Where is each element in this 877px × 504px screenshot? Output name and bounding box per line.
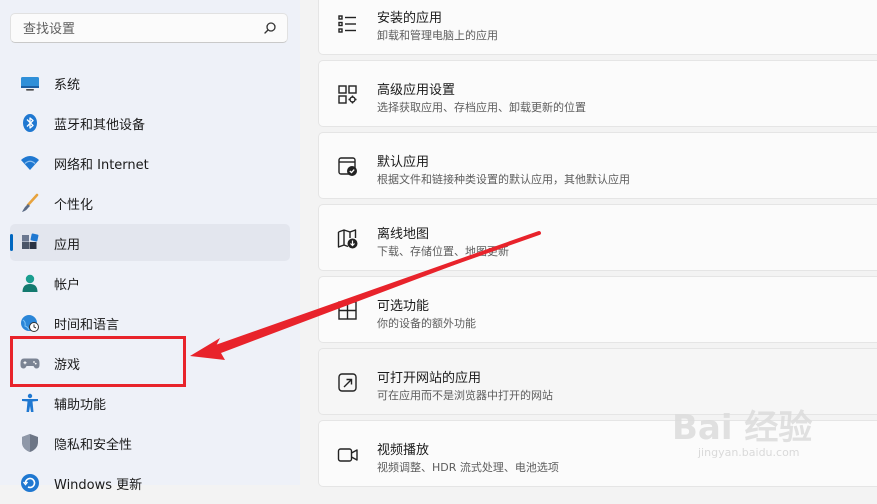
installed-apps-icon: [338, 15, 356, 33]
shield-icon: [22, 434, 38, 452]
sidebar: 系统 蓝牙和其他设备 网络和 Internet 个性化: [0, 0, 300, 493]
card-subtitle: 根据文件和链接种类设置的默认应用，其他默认应用: [377, 173, 630, 186]
card-subtitle: 你的设备的额外功能: [377, 317, 476, 330]
search-icon[interactable]: [263, 21, 277, 35]
card-title: 离线地图: [377, 227, 430, 242]
search-box[interactable]: [10, 13, 288, 43]
sidebar-item-label: Windows 更新: [54, 478, 143, 493]
baidu-watermark: Bai 经验 jingyan.baidu.com: [672, 400, 832, 470]
card-title: 安装的应用: [377, 11, 443, 26]
sidebar-nav: 系统 蓝牙和其他设备 网络和 Internet 个性化 应用 帐户 时间和语言 …: [10, 64, 290, 504]
account-icon: [22, 274, 38, 292]
sidebar-item-label: 网络和 Internet: [54, 158, 149, 173]
sidebar-item-label: 系统: [54, 78, 81, 93]
advanced-apps-icon: [338, 85, 357, 104]
card-title: 可选功能: [377, 299, 430, 314]
card-subtitle: 选择获取应用、存档应用、卸载更新的位置: [377, 101, 586, 114]
sidebar-item-label: 隐私和安全性: [54, 438, 133, 453]
watermark-brand: Bai 经验: [672, 408, 813, 448]
card-default-apps[interactable]: 默认应用 根据文件和链接种类设置的默认应用，其他默认应用: [318, 132, 877, 199]
watermark-url: jingyan.baidu.com: [698, 446, 800, 459]
card-title: 视频播放: [377, 443, 430, 458]
card-subtitle: 卸载和管理电脑上的应用: [377, 29, 498, 42]
offline-maps-icon: [337, 229, 358, 249]
card-title: 可打开网站的应用: [377, 371, 482, 386]
sidebar-item-label: 个性化: [54, 198, 94, 213]
sidebar-item-label: 辅助功能: [54, 398, 107, 413]
wifi-icon: [21, 156, 39, 170]
card-subtitle: 视频调整、HDR 流式处理、电池选项: [377, 461, 559, 474]
bluetooth-icon: [23, 114, 37, 132]
sidebar-item-accessibility[interactable]: 辅助功能: [10, 384, 290, 421]
default-apps-icon: [338, 157, 357, 176]
update-icon: [21, 474, 39, 492]
optional-features-icon: [338, 301, 357, 320]
card-title: 默认应用: [377, 155, 430, 170]
sidebar-item-windows-update[interactable]: Windows 更新: [10, 464, 290, 501]
card-subtitle: 下载、存储位置、地图更新: [377, 245, 509, 258]
apps-icon: [22, 233, 39, 249]
search-input[interactable]: [21, 19, 255, 39]
sidebar-item-bluetooth[interactable]: 蓝牙和其他设备: [10, 104, 290, 141]
sidebar-item-system[interactable]: 系统: [10, 64, 290, 101]
sidebar-item-apps[interactable]: 应用: [10, 224, 290, 261]
globe-clock-icon: [21, 315, 39, 332]
card-title: 高级应用设置: [377, 83, 456, 98]
apps-for-websites-icon: [338, 373, 357, 392]
sidebar-item-label: 帐户: [54, 278, 81, 293]
system-icon: [21, 77, 39, 91]
sidebar-item-network[interactable]: 网络和 Internet: [10, 144, 290, 181]
card-subtitle: 可在应用而不是浏览器中打开的网站: [377, 389, 553, 402]
sidebar-item-label: 时间和语言: [54, 318, 120, 333]
sidebar-item-accounts[interactable]: 帐户: [10, 264, 290, 301]
card-offline-maps[interactable]: 离线地图 下载、存储位置、地图更新: [318, 204, 877, 271]
sidebar-item-personalization[interactable]: 个性化: [10, 184, 290, 221]
annotation-highlight-box: [10, 336, 186, 387]
sidebar-item-privacy[interactable]: 隐私和安全性: [10, 424, 290, 461]
sidebar-item-label: 蓝牙和其他设备: [54, 118, 146, 133]
card-installed-apps[interactable]: 安装的应用 卸载和管理电脑上的应用: [318, 0, 877, 55]
accessibility-icon: [22, 393, 38, 412]
brush-icon: [22, 193, 39, 212]
video-playback-icon: [337, 448, 358, 462]
card-advanced-app-settings[interactable]: 高级应用设置 选择获取应用、存档应用、卸载更新的位置: [318, 60, 877, 127]
card-optional-features[interactable]: 可选功能 你的设备的额外功能: [318, 276, 877, 343]
sidebar-item-label: 应用: [54, 238, 81, 253]
